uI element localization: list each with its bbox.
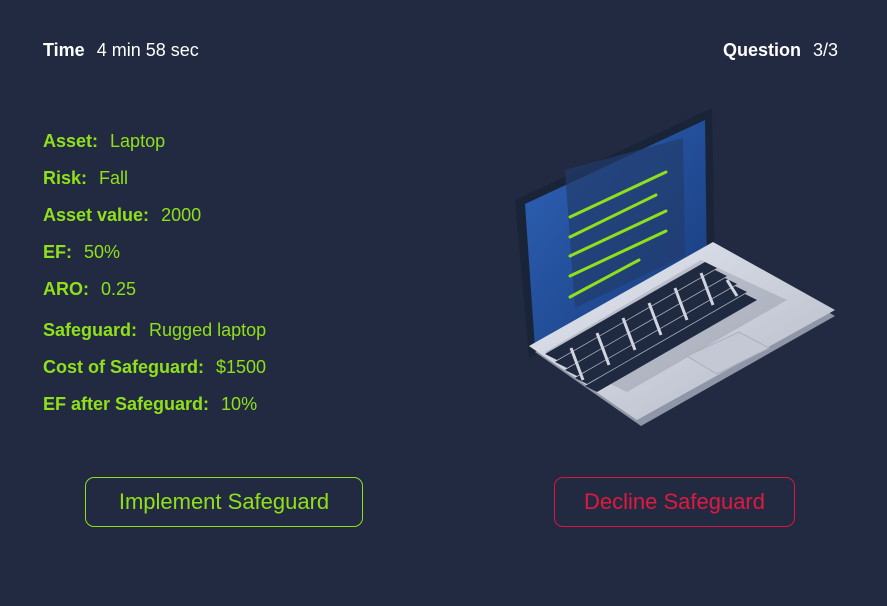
detail-label: Risk:: [43, 168, 88, 188]
detail-value: 0.25: [101, 279, 137, 299]
timer: Time 4 min 58 sec: [43, 40, 199, 61]
detail-label: Cost of Safeguard:: [43, 357, 205, 377]
detail-value: Rugged laptop: [149, 320, 267, 340]
detail-label: Asset:: [43, 131, 99, 151]
question-label: Question: [722, 40, 801, 60]
detail-value: 50%: [84, 242, 121, 262]
detail-row-risk: Risk: Fall: [43, 166, 266, 203]
detail-label: EF:: [43, 242, 72, 262]
detail-value: Fall: [99, 168, 129, 188]
detail-label: EF after Safeguard:: [43, 394, 210, 414]
detail-label: Asset value:: [43, 205, 150, 225]
detail-value: Laptop: [110, 131, 166, 151]
scenario-details: Asset: Laptop Risk: Fall Asset value: 2000 …: [43, 129, 266, 429]
detail-row-asset: Asset: Laptop: [43, 129, 266, 166]
detail-row-aro: ARO: 0.25: [43, 277, 266, 314]
detail-value: 10%: [221, 394, 258, 414]
laptop-illustration-icon: [515, 108, 835, 426]
question-counter: Question 3/3: [723, 40, 838, 61]
time-value: 4 min 58 sec: [96, 40, 199, 60]
detail-label: ARO:: [43, 279, 89, 299]
decline-safeguard-button[interactable]: Decline Safeguard: [554, 477, 795, 527]
detail-row-ef: EF: 50%: [43, 240, 266, 277]
detail-value: $1500: [216, 357, 267, 377]
detail-row-safeguard: Safeguard: Rugged laptop: [43, 318, 266, 355]
detail-row-cost: Cost of Safeguard: $1500: [43, 355, 266, 392]
time-label: Time: [43, 40, 85, 60]
question-value: 3/3: [812, 40, 838, 60]
detail-row-asset-value: Asset value: 2000: [43, 203, 266, 240]
detail-label: Safeguard:: [43, 320, 138, 340]
detail-row-ef-after: EF after Safeguard: 10%: [43, 392, 266, 429]
implement-safeguard-button[interactable]: Implement Safeguard: [85, 477, 363, 527]
detail-value: 2000: [161, 205, 202, 225]
